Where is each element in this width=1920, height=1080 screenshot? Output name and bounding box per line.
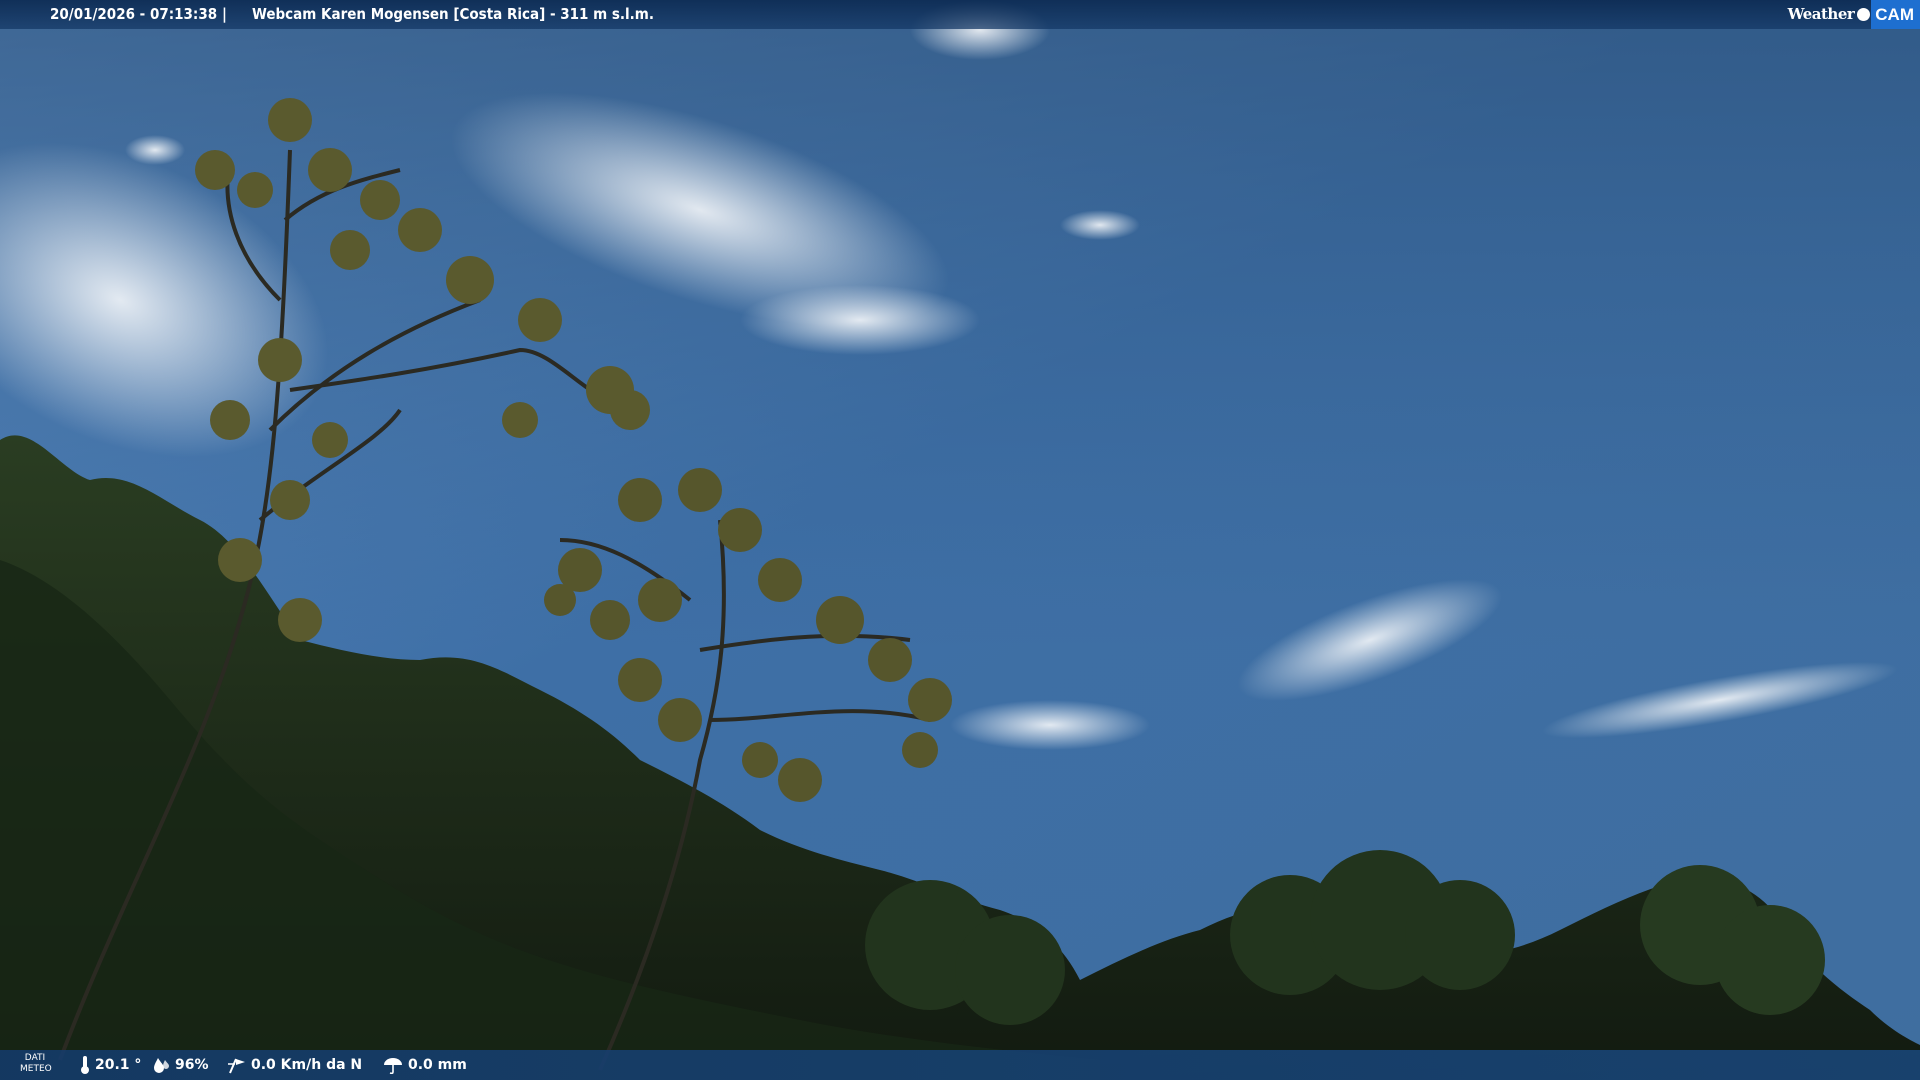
- wind-reading: 0.0 Km/h da N: [226, 1050, 362, 1080]
- humidity-drops-icon: [154, 1058, 169, 1073]
- wind-vane-icon: [228, 1058, 245, 1074]
- datetime: 20/01/2026 - 07:13:38: [50, 5, 218, 23]
- weather-label-line2: METEO: [20, 1064, 52, 1074]
- temperature-value: 20.1 °: [95, 1057, 142, 1073]
- weathercam-logo[interactable]: Weather CAM: [1788, 0, 1920, 29]
- weather-label-line1: DATI: [24, 1053, 46, 1063]
- wind-value: 0.0 Km/h da N: [251, 1057, 363, 1073]
- humidity-reading: 96%: [152, 1050, 209, 1080]
- thermometer-icon: [81, 1056, 89, 1074]
- logo-word: Weather: [1787, 5, 1855, 23]
- rain-value: 0.0 mm: [408, 1057, 467, 1073]
- logo-dot-icon: [1857, 8, 1871, 21]
- separator: |: [222, 5, 227, 23]
- temperature-reading: 20.1 °: [80, 1050, 141, 1080]
- top-info-bar: 20/01/2026 - 07:13:38 | Webcam Karen Mog…: [0, 0, 1920, 29]
- humidity-value: 96%: [175, 1057, 209, 1073]
- weather-label: DATI METEO: [20, 1053, 52, 1075]
- logo-badge: CAM: [1871, 0, 1920, 29]
- umbrella-icon: [384, 1058, 402, 1074]
- weather-data-bar: DATI METEO 20.1 ° 96% 0.0 Km/h da N 0.0 …: [0, 1050, 1920, 1080]
- rain-reading: 0.0 mm: [383, 1050, 467, 1080]
- webcam-title: Webcam Karen Mogensen [Costa Rica] - 311…: [252, 5, 654, 23]
- webcam-image: [0, 0, 1920, 1080]
